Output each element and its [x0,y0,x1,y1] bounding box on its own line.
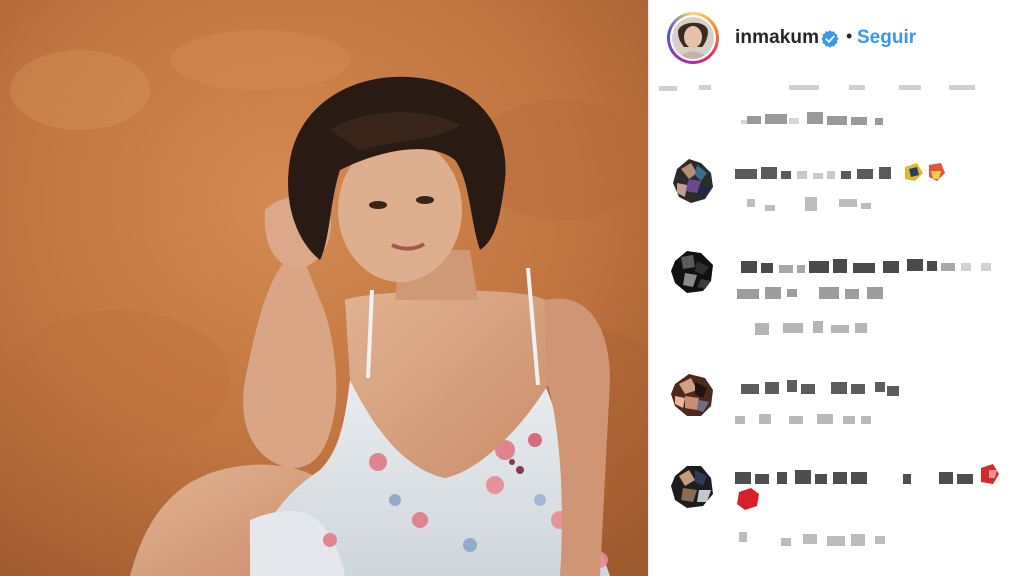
redacted-comment-text [735,464,999,546]
author-username[interactable]: inmakum [735,27,819,49]
comment-item [649,245,1024,340]
commenter-avatar-pixelated[interactable] [667,155,719,207]
author-avatar-border [670,15,716,61]
commenter-avatar-pixelated[interactable] [667,370,719,422]
redacted-text-block [659,85,975,125]
caption-redacted [649,80,1024,140]
verified-badge-icon [821,30,839,48]
redacted-comment-text [735,380,899,424]
post-header: inmakum • Seguir [649,0,1024,78]
header-separator: • [846,26,853,46]
comment-item [649,460,1024,560]
comment-item [649,370,1024,440]
redacted-comment-text [737,259,991,335]
author-avatar[interactable] [667,12,719,64]
post-sidebar: inmakum • Seguir [648,0,1024,576]
comment-item [649,155,1024,225]
post-photo-image [0,0,648,576]
author-avatar-photo [672,17,714,59]
commenter-avatar-pixelated[interactable] [667,460,719,512]
redacted-comment-text [735,163,945,211]
follow-button[interactable]: Seguir [857,27,916,49]
post-photo[interactable] [0,0,648,576]
commenter-avatar-pixelated[interactable] [667,245,719,297]
